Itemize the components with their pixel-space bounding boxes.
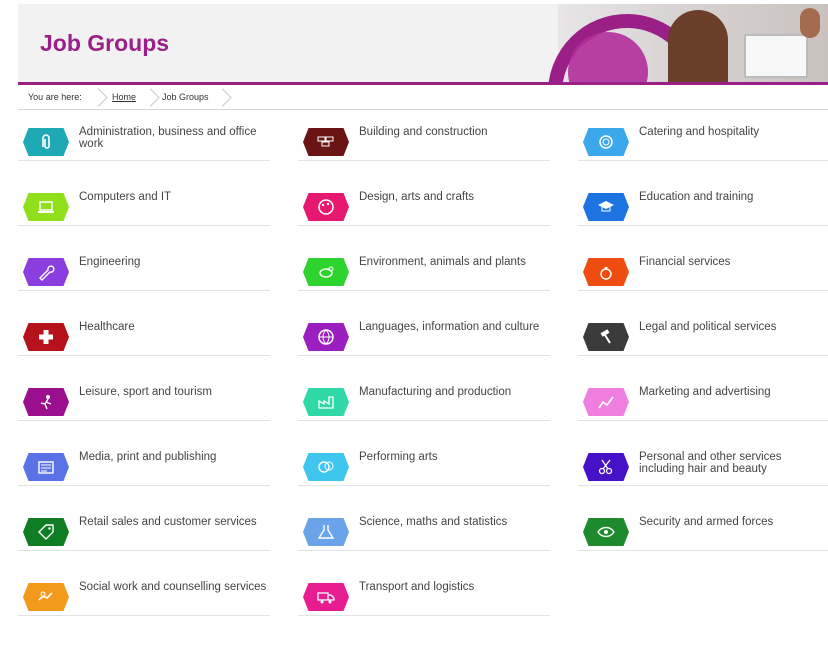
job-group-label: Security and armed forces bbox=[639, 516, 774, 528]
job-group-item[interactable]: Performing arts bbox=[298, 435, 550, 486]
newspaper-icon bbox=[23, 453, 69, 481]
money-bag-icon bbox=[583, 258, 629, 286]
job-group-label: Administration, business and office work bbox=[79, 126, 257, 150]
chart-icon bbox=[583, 388, 629, 416]
job-group-item[interactable]: Catering and hospitality bbox=[578, 110, 828, 161]
job-group-item[interactable]: Social work and counselling services bbox=[18, 565, 270, 616]
job-group-label: Leisure, sport and tourism bbox=[79, 386, 212, 398]
job-group-item[interactable]: Manufacturing and production bbox=[298, 370, 550, 421]
job-group-item[interactable]: Leisure, sport and tourism bbox=[18, 370, 270, 421]
job-group-item[interactable]: Design, arts and crafts bbox=[298, 175, 550, 226]
breadcrumb-separator bbox=[148, 87, 158, 107]
job-group-item[interactable]: Education and training bbox=[578, 175, 828, 226]
job-group-item[interactable]: Healthcare bbox=[18, 305, 270, 356]
job-group-item[interactable]: Retail sales and customer services bbox=[18, 500, 270, 551]
tag-icon bbox=[23, 518, 69, 546]
eye-icon bbox=[583, 518, 629, 546]
job-group-label: Performing arts bbox=[359, 451, 438, 463]
breadcrumb-separator bbox=[96, 87, 106, 107]
job-group-label: Media, print and publishing bbox=[79, 451, 217, 463]
job-group-item[interactable]: Financial services bbox=[578, 240, 828, 291]
hands-icon bbox=[23, 583, 69, 611]
job-group-label: Languages, information and culture bbox=[359, 321, 540, 333]
job-group-label: Science, maths and statistics bbox=[359, 516, 508, 528]
job-group-label: Financial services bbox=[639, 256, 731, 268]
job-group-label: Transport and logistics bbox=[359, 581, 475, 593]
job-group-label: Marketing and advertising bbox=[639, 386, 771, 398]
job-group-label: Social work and counselling services bbox=[79, 581, 267, 593]
job-group-item[interactable]: Engineering bbox=[18, 240, 270, 291]
page-title: Job Groups bbox=[40, 30, 170, 56]
job-group-label: Legal and political services bbox=[639, 321, 777, 333]
job-group-label: Healthcare bbox=[79, 321, 135, 333]
job-group-label: Manufacturing and production bbox=[359, 386, 512, 398]
job-group-item[interactable]: Building and construction bbox=[298, 110, 550, 161]
breadcrumb-home-link[interactable]: Home bbox=[112, 92, 136, 102]
job-group-label: Education and training bbox=[639, 191, 754, 203]
job-group-item[interactable]: Marketing and advertising bbox=[578, 370, 828, 421]
job-group-label: Design, arts and crafts bbox=[359, 191, 475, 203]
breadcrumb: You are here: Home Job Groups bbox=[18, 85, 828, 110]
paperclip-icon bbox=[23, 128, 69, 156]
globe-icon bbox=[303, 323, 349, 351]
job-group-label: Catering and hospitality bbox=[639, 126, 760, 138]
job-group-label: Building and construction bbox=[359, 126, 488, 138]
laptop-icon bbox=[23, 193, 69, 221]
truck-icon bbox=[303, 583, 349, 611]
job-group-item[interactable]: Legal and political services bbox=[578, 305, 828, 356]
animal-icon bbox=[303, 258, 349, 286]
page-header: Job Groups bbox=[18, 4, 828, 85]
bricks-icon bbox=[303, 128, 349, 156]
plate-icon bbox=[583, 128, 629, 156]
job-group-item[interactable]: Languages, information and culture bbox=[298, 305, 550, 356]
factory-icon bbox=[303, 388, 349, 416]
job-group-label: Engineering bbox=[79, 256, 141, 268]
job-group-item[interactable]: Personal and other services including ha… bbox=[578, 435, 828, 486]
mortarboard-icon bbox=[583, 193, 629, 221]
breadcrumb-current: Job Groups bbox=[162, 92, 209, 102]
flask-icon bbox=[303, 518, 349, 546]
job-group-item[interactable]: Transport and logistics bbox=[298, 565, 550, 616]
breadcrumb-prefix: You are here: bbox=[28, 92, 82, 102]
job-group-item[interactable]: Science, maths and statistics bbox=[298, 500, 550, 551]
medical-cross-icon bbox=[23, 323, 69, 351]
job-group-label: Environment, animals and plants bbox=[359, 256, 526, 268]
masks-icon bbox=[303, 453, 349, 481]
header-banner-image bbox=[548, 4, 828, 82]
job-group-item[interactable]: Environment, animals and plants bbox=[298, 240, 550, 291]
palette-icon bbox=[303, 193, 349, 221]
job-group-label: Computers and IT bbox=[79, 191, 172, 203]
job-group-item[interactable]: Administration, business and office work bbox=[18, 110, 270, 161]
person-icon bbox=[23, 388, 69, 416]
scissors-icon bbox=[583, 453, 629, 481]
gavel-icon bbox=[583, 323, 629, 351]
job-group-label: Personal and other services including ha… bbox=[639, 451, 782, 475]
wrench-icon bbox=[23, 258, 69, 286]
job-group-item[interactable]: Media, print and publishing bbox=[18, 435, 270, 486]
breadcrumb-separator bbox=[220, 87, 230, 107]
job-group-item[interactable]: Computers and IT bbox=[18, 175, 270, 226]
job-group-item[interactable]: Security and armed forces bbox=[578, 500, 828, 551]
job-group-label: Retail sales and customer services bbox=[79, 516, 257, 528]
